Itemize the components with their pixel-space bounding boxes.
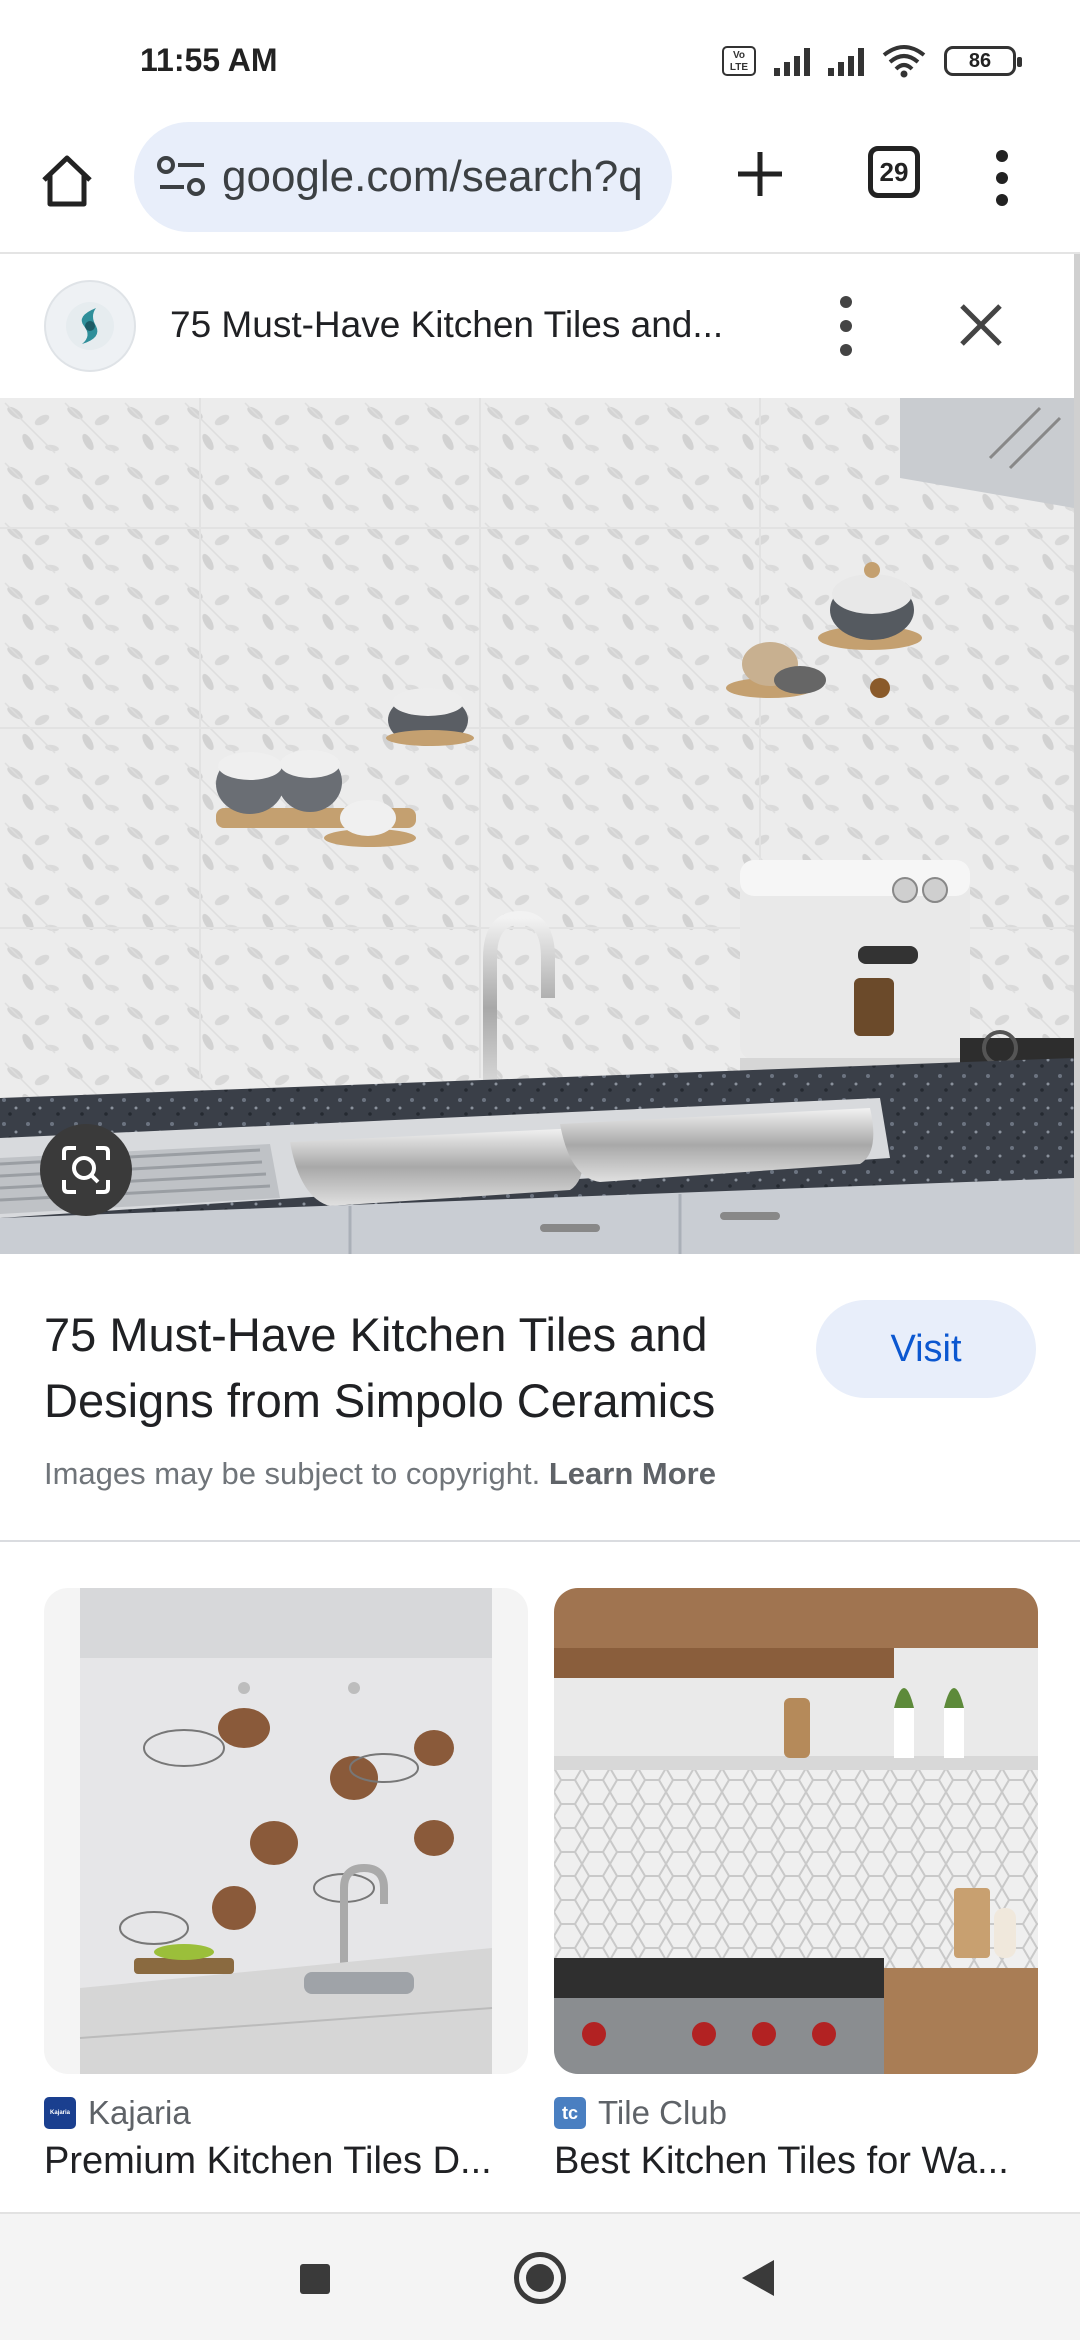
simpolo-logo-icon bbox=[66, 302, 114, 350]
status-icons: Vo LTE 86 bbox=[722, 44, 1022, 78]
wifi-icon bbox=[882, 45, 926, 78]
site-logo bbox=[44, 280, 136, 372]
close-icon[interactable] bbox=[954, 298, 1008, 352]
source-tile-club[interactable]: tc Tile Club bbox=[554, 2094, 727, 2132]
source-name: Kajaria bbox=[88, 2094, 191, 2131]
signal-icon bbox=[774, 46, 810, 76]
system-nav-bar bbox=[0, 2212, 1080, 2340]
status-bar: 11:55 AM Vo LTE 86 bbox=[0, 0, 1080, 120]
new-tab-icon[interactable] bbox=[732, 146, 788, 202]
result-title[interactable]: 75 Must-Have Kitchen Tiles and Designs f… bbox=[44, 1302, 804, 1434]
divider bbox=[0, 1540, 1080, 1542]
kitchen-tiles-photo bbox=[0, 398, 1074, 1254]
google-lens-button[interactable] bbox=[40, 1124, 132, 1216]
related-title-tile-club[interactable]: Best Kitchen Tiles for Wa... bbox=[554, 2140, 1024, 2183]
volte-icon: Vo LTE bbox=[722, 46, 756, 76]
back-icon[interactable] bbox=[742, 2260, 774, 2296]
more-vert-icon[interactable] bbox=[832, 294, 860, 358]
recents-icon[interactable] bbox=[300, 2264, 330, 2294]
url-text[interactable]: google.com/search?q bbox=[222, 152, 643, 202]
source-kajaria[interactable]: Kajaria Kajaria bbox=[44, 2094, 191, 2132]
status-time: 11:55 AM bbox=[140, 42, 278, 78]
kajaria-kitchen-photo bbox=[44, 1588, 528, 2074]
google-lens-icon bbox=[62, 1146, 110, 1194]
copyright-notice: Images may be subject to copyright. Lear… bbox=[44, 1456, 716, 1492]
battery-icon: 86 bbox=[944, 46, 1022, 76]
main-image[interactable] bbox=[0, 398, 1080, 1254]
site-settings-icon[interactable] bbox=[154, 155, 210, 199]
learn-more-link[interactable]: Learn More bbox=[549, 1456, 716, 1491]
more-vert-icon[interactable] bbox=[988, 148, 1016, 208]
related-image-kajaria[interactable] bbox=[44, 1588, 528, 2074]
tile-club-kitchen-photo bbox=[554, 1588, 1038, 2074]
tile-club-favicon: tc bbox=[554, 2097, 586, 2129]
tab-switcher-button[interactable]: 29 bbox=[868, 146, 920, 198]
source-name: Tile Club bbox=[598, 2094, 727, 2131]
home-icon[interactable] bbox=[514, 2252, 566, 2304]
address-bar[interactable]: google.com/search?q bbox=[134, 122, 672, 232]
visit-button[interactable]: Visit bbox=[816, 1300, 1036, 1398]
browser-toolbar: google.com/search?q 29 bbox=[0, 120, 1080, 254]
home-icon[interactable] bbox=[36, 150, 98, 212]
related-image-tile-club[interactable] bbox=[554, 1588, 1038, 2074]
panel-title: 75 Must-Have Kitchen Tiles and... bbox=[170, 304, 724, 345]
kajaria-favicon: Kajaria bbox=[44, 2097, 76, 2129]
copyright-text: Images may be subject to copyright. bbox=[44, 1456, 541, 1491]
related-title-kajaria[interactable]: Premium Kitchen Tiles D... bbox=[44, 2140, 524, 2183]
preview-panel-header: 75 Must-Have Kitchen Tiles and... bbox=[0, 254, 1080, 398]
signal-icon-2 bbox=[828, 46, 864, 76]
